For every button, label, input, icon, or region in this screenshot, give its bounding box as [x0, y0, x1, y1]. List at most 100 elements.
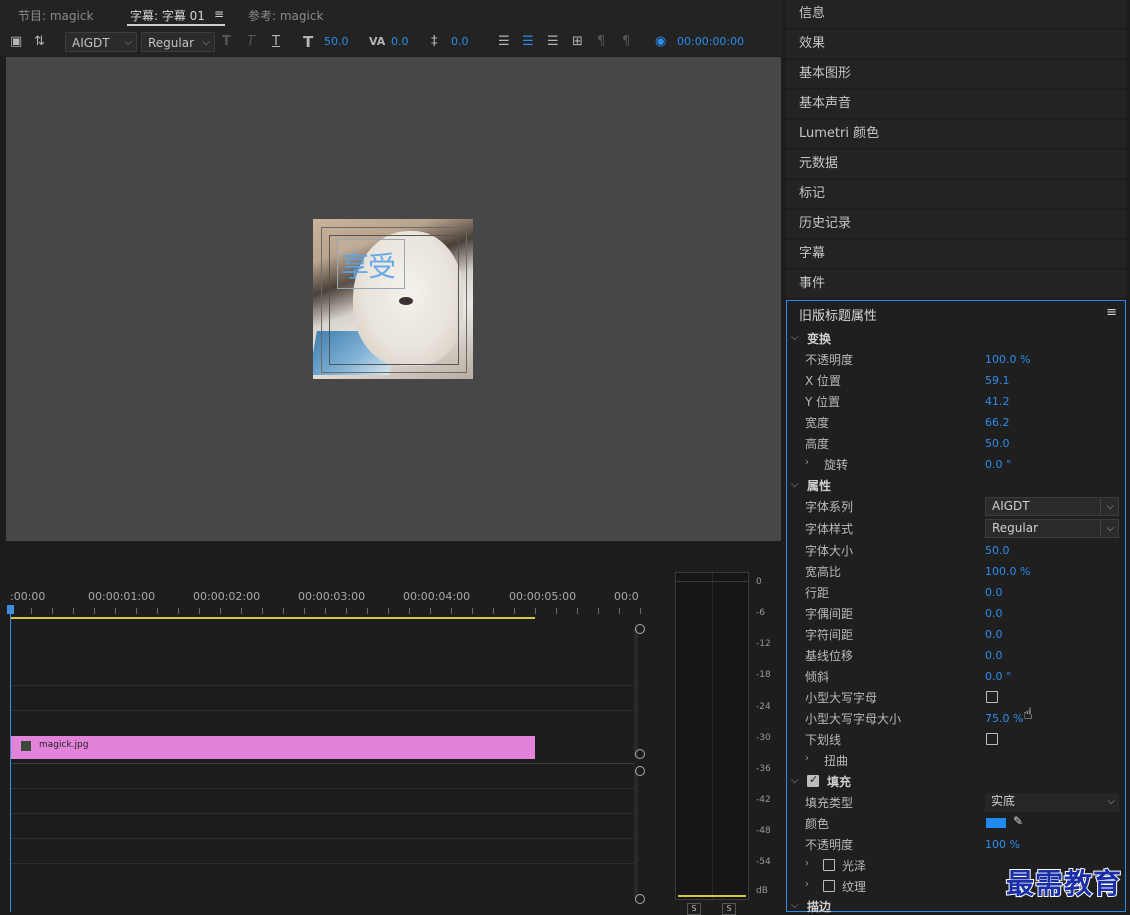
font-size-value[interactable]: 50.0 — [324, 28, 349, 56]
rotation-value[interactable]: 0.0 ° — [985, 458, 1012, 471]
section-transform[interactable]: 变换 — [807, 330, 831, 347]
video-background-icon[interactable]: ◉ — [655, 28, 666, 56]
align-left-icon[interactable]: ☰ — [498, 28, 510, 56]
opacity-value[interactable]: 100.0 % — [985, 353, 1030, 366]
eyedropper-icon[interactable]: ✎ — [1013, 814, 1023, 828]
chevron-down-icon[interactable]: ⌵ — [791, 332, 799, 343]
title-text[interactable]: 享受 — [341, 245, 396, 285]
solo-button[interactable]: S — [687, 903, 701, 915]
align-center-icon[interactable]: ☰ — [522, 28, 534, 56]
fill-color-swatch[interactable] — [986, 818, 1006, 828]
db-label: -54 — [756, 857, 771, 867]
ruler-tick — [367, 608, 368, 614]
panel-info[interactable]: 信息 — [786, 0, 1126, 28]
ruler-tick — [178, 608, 179, 614]
font-size-icon: T — [303, 33, 314, 51]
paragraph-ltr-icon[interactable]: ¶ — [597, 28, 605, 56]
image-clip-icon — [21, 741, 31, 751]
leading-prop-value[interactable]: 0.0 — [985, 586, 1003, 599]
scroll-handle-bottom[interactable] — [635, 894, 645, 904]
texture-checkbox[interactable] — [823, 880, 835, 892]
ruler-tick — [514, 608, 515, 614]
chevron-down-icon: ⌵ — [202, 37, 210, 48]
playhead-handle[interactable] — [7, 605, 14, 614]
tracking-value[interactable]: 0.0 — [985, 628, 1003, 641]
underline-checkbox[interactable] — [986, 733, 998, 745]
track-divider — [10, 710, 635, 711]
chevron-right-icon[interactable]: › — [805, 879, 809, 890]
tab-stop-icon[interactable]: ⊞ — [572, 28, 583, 56]
color-label: 颜色 — [805, 817, 830, 831]
watermark-logo: 最需教育 — [1005, 866, 1123, 901]
font-family-select[interactable]: AIGDT ⌵ — [985, 497, 1119, 516]
italic-icon[interactable]: T — [247, 28, 255, 56]
title-type-icon[interactable]: ▣ — [10, 28, 22, 56]
bold-icon[interactable]: T — [222, 28, 231, 56]
section-properties[interactable]: 属性 — [807, 477, 831, 494]
smallcaps-size-value[interactable]: 75.0 % — [985, 712, 1023, 725]
section-stroke[interactable]: 描边 — [807, 898, 831, 915]
clip-magick[interactable]: magick.jpg — [11, 736, 535, 759]
aspect-value[interactable]: 100.0 % — [985, 565, 1030, 578]
scroll-handle-top[interactable] — [635, 766, 645, 776]
chevron-right-icon[interactable]: › — [805, 457, 809, 468]
panel-captions[interactable]: 字幕 — [786, 240, 1126, 268]
track-divider — [10, 685, 635, 686]
smallcaps-checkbox[interactable] — [986, 691, 998, 703]
time-ruler[interactable]: :00:00 00:00:01:00 00:00:02:00 00:00:03:… — [10, 584, 641, 618]
section-fill[interactable]: 填充 — [827, 773, 851, 790]
ruler-tick — [472, 608, 473, 614]
style-select[interactable]: Regular ⌵ — [141, 32, 215, 52]
solo-button[interactable]: S — [722, 903, 736, 915]
chevron-down-icon[interactable]: ⌵ — [791, 479, 799, 490]
panel-effects[interactable]: 效果 — [786, 30, 1126, 58]
align-right-icon[interactable]: ☰ — [547, 28, 559, 56]
x-position-value[interactable]: 59.1 — [985, 374, 1010, 387]
tab-captions[interactable]: 字幕: 字幕 01 — [130, 7, 205, 24]
panel-history[interactable]: 历史记录 — [786, 210, 1126, 238]
fill-type-select[interactable]: 实底 ⌵ — [985, 793, 1119, 812]
leading-value[interactable]: 0.0 — [451, 28, 469, 56]
work-area-bar[interactable] — [10, 617, 535, 619]
kerning-prop-value[interactable]: 0.0 — [985, 607, 1003, 620]
panel-events[interactable]: 事件 — [786, 270, 1126, 298]
playhead[interactable] — [10, 608, 11, 912]
panel-markers[interactable]: 标记 — [786, 180, 1126, 208]
fill-opacity-value[interactable]: 100 % — [985, 838, 1020, 851]
panel-menu-icon[interactable]: ≡ — [1106, 305, 1117, 320]
tab-program[interactable]: 节目: magick — [18, 7, 93, 24]
tab-stops-icon[interactable]: ⇅ — [34, 28, 45, 56]
paragraph-rtl-icon[interactable]: ¶ — [622, 28, 630, 56]
font-select[interactable]: AIGDT ⌵ — [65, 32, 137, 52]
font-style-select[interactable]: Regular ⌵ — [985, 519, 1119, 538]
fill-checkbox[interactable] — [807, 773, 819, 787]
db-label: -24 — [756, 702, 771, 712]
panel-metadata[interactable]: 元数据 — [786, 150, 1126, 178]
tab-reference[interactable]: 参考: magick — [248, 7, 323, 24]
slant-value[interactable]: 0.0 ° — [985, 670, 1012, 683]
kerning-value[interactable]: 0.0 — [391, 28, 409, 56]
chevron-right-icon[interactable]: › — [805, 753, 809, 764]
tab-menu-icon[interactable]: ≡ — [214, 7, 224, 21]
font-size-prop-value[interactable]: 50.0 — [985, 544, 1010, 557]
panel-essential-graphics[interactable]: 基本图形 — [786, 60, 1126, 88]
chevron-down-icon[interactable]: ⌵ — [791, 900, 799, 911]
x-position-label: X 位置 — [805, 374, 842, 388]
track-divider — [10, 813, 635, 814]
y-position-value[interactable]: 41.2 — [985, 395, 1010, 408]
sheen-checkbox[interactable] — [823, 859, 835, 871]
scroll-handle-top[interactable] — [635, 624, 645, 634]
panel-lumetri-color[interactable]: Lumetri 颜色 — [786, 120, 1126, 148]
chevron-right-icon[interactable]: › — [805, 858, 809, 869]
title-canvas[interactable]: 享受 — [6, 57, 781, 541]
height-value[interactable]: 50.0 — [985, 437, 1010, 450]
audio-scrollbar[interactable] — [634, 770, 638, 898]
video-scrollbar[interactable] — [634, 628, 638, 758]
baseline-value[interactable]: 0.0 — [985, 649, 1003, 662]
scroll-handle-bottom[interactable] — [635, 749, 645, 759]
chevron-down-icon[interactable]: ⌵ — [791, 775, 799, 786]
timecode-value[interactable]: 00:00:00:00 — [677, 28, 744, 56]
panel-essential-sound[interactable]: 基本声音 — [786, 90, 1126, 118]
underline-icon[interactable]: T — [272, 28, 280, 56]
width-value[interactable]: 66.2 — [985, 416, 1010, 429]
